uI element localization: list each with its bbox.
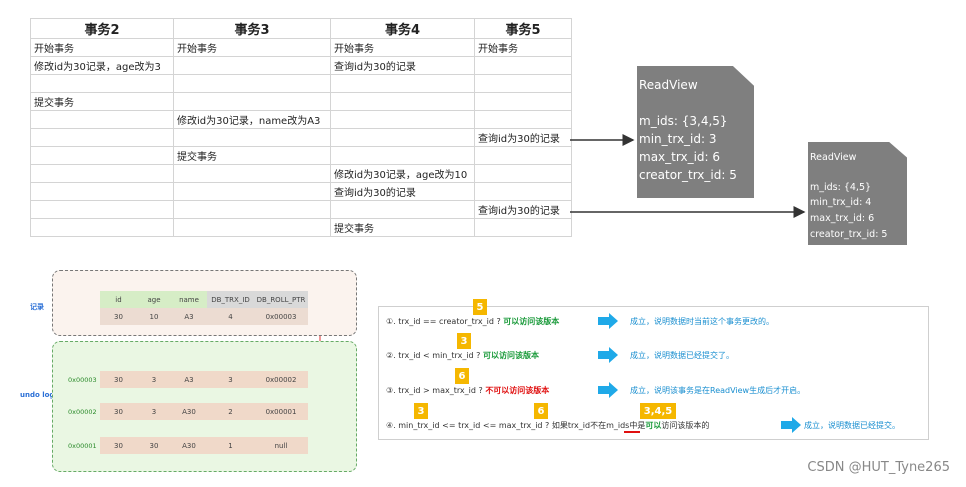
undo-addr-3: 0x00001 (68, 442, 97, 450)
rule4-underline (624, 431, 640, 433)
rule4-tag-max: 6 (534, 403, 548, 419)
undo2-name: A30 (171, 403, 207, 420)
rule3-tag: 6 (455, 368, 469, 384)
undo2-roll-ptr: 0x00001 (254, 403, 308, 420)
readview1-max: max_trx_id: 6 (639, 150, 721, 164)
undo3-id: 30 (100, 437, 137, 454)
current-name: A3 (171, 308, 207, 325)
current-id: 30 (100, 308, 137, 325)
undo3-age: 30 (137, 437, 171, 454)
undo-addr-2: 0x00002 (68, 408, 97, 416)
col-name: name (171, 291, 207, 308)
readview1-title: ReadView (639, 78, 698, 92)
current-age: 10 (137, 308, 171, 325)
undo2-id: 30 (100, 403, 137, 420)
col-db-roll-ptr: DB_ROLL_PTR (254, 291, 308, 308)
readview-doc-2: ReadView m_ids: {4,5} min_trx_id: 4 max_… (808, 142, 907, 245)
undo3-name: A30 (171, 437, 207, 454)
undo1-trx-id: 3 (207, 371, 254, 388)
undo1-id: 30 (100, 371, 137, 388)
undo1-roll-ptr: 0x00002 (254, 371, 308, 388)
rule4-tag-mids: 3,4,5 (640, 403, 676, 419)
rule3-verdict: 不可以访问该版本 (485, 386, 550, 395)
undo1-name: A3 (171, 371, 207, 388)
undo1-age: 3 (137, 371, 171, 388)
rule3-text: ③. trx_id > max_trx_id ? 不可以访问该版本 (386, 386, 550, 395)
readview1-mids: m_ids: {3,4,5} (639, 114, 728, 128)
readview2-title: ReadView (810, 152, 857, 163)
undo3-trx-id: 1 (207, 437, 254, 454)
readview1-min: min_trx_id: 3 (639, 132, 717, 146)
col-id: id (100, 291, 137, 308)
rule2-tag: 3 (457, 333, 471, 349)
col-age: age (137, 291, 171, 308)
rule4-result: 成立，说明数据已经提交。 (804, 421, 900, 430)
readview2-max: max_trx_id: 6 (810, 213, 875, 224)
rule1-tag: 5 (473, 299, 487, 315)
col-db-trx-id: DB_TRX_ID (207, 291, 254, 308)
rule2-text: ②. trx_id < min_trx_id ? 可以访问该版本 (386, 351, 539, 360)
undo-log-label: undo log (20, 391, 55, 399)
undo3-roll-ptr: null (254, 437, 308, 454)
undo2-trx-id: 2 (207, 403, 254, 420)
rule3-result: 成立，说明该事务是在ReadView生成后才开启。 (630, 386, 806, 395)
readview1-creator: creator_trx_id: 5 (639, 168, 737, 182)
undo-addr-1: 0x00003 (68, 376, 97, 384)
rule4-text: ④. min_trx_id <= trx_id <= max_trx_id ? … (386, 421, 710, 430)
readview2-creator: creator_trx_id: 5 (810, 229, 888, 240)
undo2-age: 3 (137, 403, 171, 420)
readview2-min: min_trx_id: 4 (810, 197, 872, 208)
readview-doc-1: ReadView m_ids: {3,4,5} min_trx_id: 3 ma… (637, 66, 754, 198)
rule1-verdict: 可以访问该版本 (503, 317, 560, 326)
rule2-verdict: 可以访问该版本 (482, 351, 539, 360)
readview2-mids: m_ids: {4,5} (810, 182, 872, 193)
record-label: 记录 (30, 303, 44, 311)
current-trx-id: 4 (207, 308, 254, 325)
rule2-result: 成立，说明数据已经提交了。 (630, 351, 734, 360)
rule4-not: 不在 (590, 421, 607, 430)
rule4-ok: 可以 (645, 421, 662, 430)
rule1-text: ①. trx_id == creator_trx_id ? 可以访问该版本 (386, 317, 560, 326)
watermark: CSDN @HUT_Tyne265 (807, 460, 950, 475)
rule4-tag-min: 3 (414, 403, 428, 419)
current-roll-ptr: 0x00003 (254, 308, 308, 325)
rule1-result: 成立，说明数据时当前这个事务更改的。 (630, 317, 774, 326)
